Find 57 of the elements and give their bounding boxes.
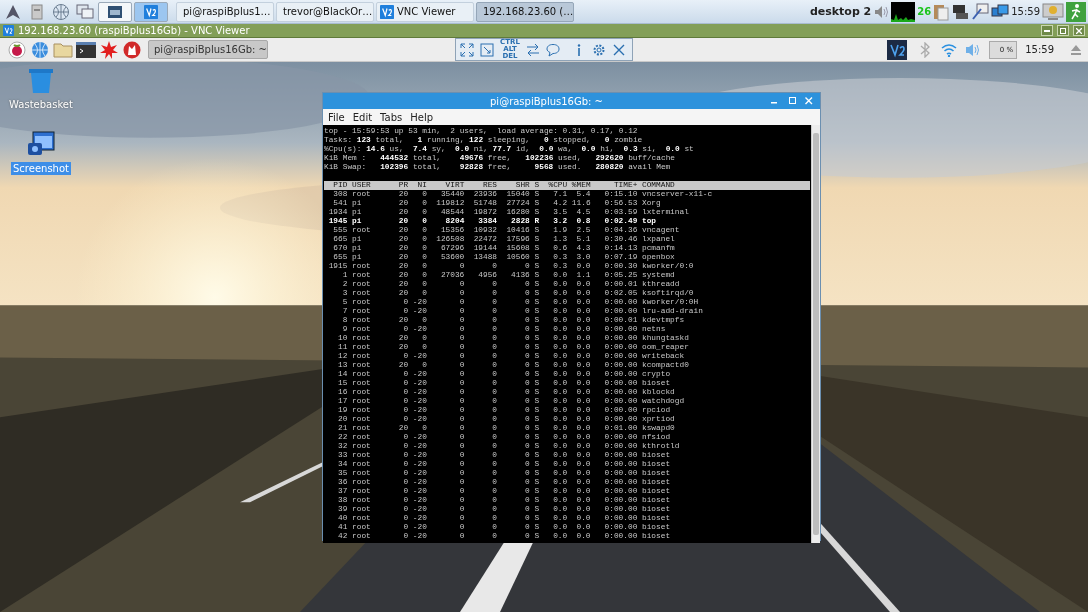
fullscreen-icon [460,42,474,57]
cpu-graph-icon [891,1,916,22]
workspace-button[interactable] [134,1,168,22]
menu-item[interactable]: Tabs [380,111,403,123]
terminal-icon[interactable] [76,41,96,58]
fullscreen-button[interactable] [458,40,476,59]
settings-icon [592,42,606,57]
volume-icon[interactable] [965,42,982,57]
task-button[interactable]: pi@raspiBplus1… [176,1,274,22]
scale-button[interactable] [478,40,496,59]
minimize-icon [1044,29,1050,32]
menu-item[interactable]: Help [410,111,434,123]
close-icon [613,43,625,56]
network-icon[interactable] [951,3,970,20]
pen-icon[interactable] [971,2,990,21]
maximize-button[interactable] [1057,25,1069,36]
clock: 15:59 [1025,44,1054,55]
cpu-reading: 26 [917,6,932,17]
chat-bubble-icon [546,42,560,57]
window-title: pi@raspiBplus16Gb: ~ [489,95,604,107]
eject-icon[interactable] [1070,43,1082,56]
shutdown-icon[interactable] [1042,2,1064,21]
swap-arrows-icon [526,42,540,57]
task-button[interactable]: VNC Viewer [376,1,474,22]
raspberry-icon[interactable] [8,40,26,59]
scale-icon [480,42,494,57]
workspace-button[interactable] [98,1,132,22]
close-icon [1076,27,1082,34]
info-icon [577,43,581,56]
screenshot-icon[interactable] [27,130,55,158]
vnc-logo-icon [144,4,158,19]
exit-icon[interactable] [1066,1,1086,22]
vnc-logo-icon [380,4,394,19]
window-title: 192.168.23.60 (raspiBplus16Gb) - VNC Viewer [18,25,250,36]
bluetooth-icon[interactable] [919,41,932,58]
window-icon [108,5,122,18]
maximize-icon[interactable] [789,97,797,105]
minimize-button[interactable] [1041,25,1053,36]
drawer-icon[interactable] [29,3,45,20]
monitors-icon[interactable] [991,3,1010,20]
close-icon[interactable] [805,97,813,105]
task-button[interactable]: pi@raspiBplus16Gb: ~ [148,40,268,59]
starburst-icon[interactable] [100,40,118,59]
close-button[interactable] [1073,25,1085,36]
maximize-icon [1060,27,1066,34]
menu-item[interactable]: File [328,111,345,123]
desktop-name: desktop 2 [809,5,872,18]
wifi-icon[interactable] [941,42,958,57]
clock: 15:59 [1011,6,1040,17]
task-button[interactable]: 192.168.23.60 (… [476,1,574,22]
clipboard-icon[interactable] [933,2,950,21]
globe-icon[interactable] [52,2,70,21]
task-button[interactable]: trevor@BlackOr… [276,1,374,22]
menu-item[interactable]: Edit [352,111,373,123]
windows-icon[interactable] [76,3,94,20]
vnc-logo-icon[interactable] [887,39,908,60]
vnc-logo-icon [3,25,14,36]
